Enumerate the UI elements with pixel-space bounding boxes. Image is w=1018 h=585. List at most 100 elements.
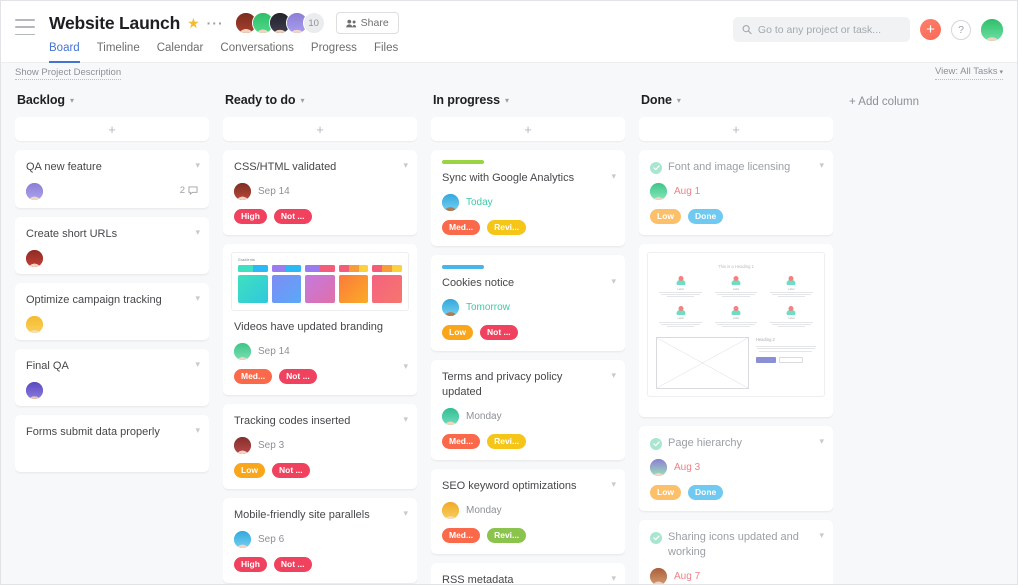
assignee-avatar[interactable]	[442, 502, 459, 519]
search-box[interactable]	[733, 17, 910, 42]
assignee-avatar[interactable]	[234, 531, 251, 548]
menu-icon[interactable]	[15, 19, 37, 35]
add-task-button[interactable]: +	[223, 117, 417, 141]
column-header[interactable]: Backlog ▾	[15, 89, 209, 111]
search-input[interactable]	[757, 23, 901, 36]
completed-check-icon[interactable]	[650, 162, 662, 174]
assignee-avatar[interactable]	[442, 299, 459, 316]
status-tag[interactable]: Not ...	[273, 209, 312, 224]
status-tag[interactable]: Not ...	[480, 325, 518, 340]
attachment-thumbnail[interactable]: This is a Heading 1 Label Label Label La…	[647, 252, 825, 398]
status-tag[interactable]: Not ...	[279, 369, 317, 384]
tab-progress[interactable]: Progress	[311, 42, 357, 63]
task-card[interactable]: ▾ Sharing icons updated and working Aug …	[639, 520, 833, 584]
task-card[interactable]: ▾ Forms submit data properly	[15, 415, 209, 472]
chevron-down-icon[interactable]: ▾	[677, 96, 681, 105]
chevron-down-icon[interactable]: ▾	[819, 531, 824, 540]
assignee-avatar[interactable]	[26, 250, 43, 267]
assignee-avatar[interactable]	[442, 194, 459, 211]
chevron-down-icon[interactable]: ▾	[300, 96, 304, 105]
chevron-down-icon[interactable]: ▾	[611, 371, 616, 380]
task-card[interactable]: ▾ QA new feature 2	[15, 150, 209, 208]
task-card[interactable]: ▾ Page hierarchy Aug 3 Low Done	[639, 426, 833, 512]
task-card[interactable]: ▾ Terms and privacy policy updated Monda…	[431, 360, 625, 460]
assignee-avatar[interactable]	[26, 183, 43, 200]
add-button[interactable]: +	[920, 19, 941, 40]
task-card[interactable]: ▾ Font and image licensing Aug 1 Low Don…	[639, 150, 833, 235]
assignee-avatar[interactable]	[442, 408, 459, 425]
chevron-down-icon[interactable]: ▾	[403, 362, 408, 371]
chevron-down-icon[interactable]: ▾	[611, 277, 616, 286]
assignee-avatar[interactable]	[26, 316, 43, 333]
add-task-button[interactable]: +	[639, 117, 833, 141]
member-count[interactable]: 10	[302, 12, 325, 34]
attachment-thumbnail[interactable]: Gradients	[231, 252, 409, 311]
comment-count[interactable]: 2	[180, 185, 198, 196]
assignee-avatar[interactable]	[650, 183, 667, 200]
chevron-down-icon[interactable]: ▾	[505, 96, 509, 105]
status-tag[interactable]: Not ...	[272, 463, 310, 478]
column-header[interactable]: In progress ▾	[431, 89, 625, 111]
column-header[interactable]: Done ▾	[639, 89, 833, 111]
more-options-icon[interactable]: ···	[207, 16, 224, 30]
assignee-avatar[interactable]	[26, 382, 43, 399]
priority-tag[interactable]: High	[234, 209, 267, 224]
task-card[interactable]: ▾ Mobile-friendly site parallels Sep 6 H…	[223, 498, 417, 583]
chevron-down-icon[interactable]: ▾	[403, 415, 408, 424]
chevron-down-icon[interactable]: ▾	[70, 96, 74, 105]
task-card[interactable]: ▾ Final QA	[15, 349, 209, 406]
task-card[interactable]: ▾ RSS metadata Tuesday Low Revi...	[431, 563, 625, 584]
status-tag[interactable]: Not ...	[273, 557, 312, 572]
assignee-avatar[interactable]	[234, 183, 251, 200]
task-card[interactable]: ▾ Gradients Videos have updated branding…	[223, 244, 417, 395]
chevron-down-icon[interactable]: ▾	[611, 172, 616, 181]
priority-tag[interactable]: Low	[442, 325, 473, 340]
share-button[interactable]: Share	[335, 12, 399, 34]
chevron-down-icon[interactable]: ▾	[611, 574, 616, 583]
chevron-down-icon[interactable]: ▾	[195, 294, 200, 303]
column-header[interactable]: Ready to do ▾	[223, 89, 417, 111]
tab-timeline[interactable]: Timeline	[97, 42, 140, 63]
status-tag[interactable]: Done	[688, 209, 724, 224]
task-card[interactable]: ▾ SEO keyword optimizations Monday Med..…	[431, 469, 625, 554]
task-card[interactable]: ▾ CSS/HTML validated Sep 14 High Not ...	[223, 150, 417, 235]
tab-calendar[interactable]: Calendar	[157, 42, 204, 63]
assignee-avatar[interactable]	[650, 459, 667, 477]
priority-tag[interactable]: Med...	[234, 369, 273, 384]
star-icon[interactable]: ★	[187, 16, 200, 30]
chevron-down-icon[interactable]: ▾	[403, 509, 408, 518]
chevron-down-icon[interactable]: ▾	[195, 161, 200, 170]
priority-tag[interactable]: Med...	[442, 220, 481, 235]
show-project-description-link[interactable]: Show Project Description	[15, 67, 122, 80]
chevron-down-icon[interactable]: ▾	[819, 161, 824, 170]
chevron-down-icon[interactable]: ▾	[195, 360, 200, 369]
task-card[interactable]: This is a Heading 1 Label Label Label La…	[639, 244, 833, 418]
completed-check-icon[interactable]	[650, 438, 662, 451]
chevron-down-icon[interactable]: ▾	[819, 437, 824, 446]
completed-check-icon[interactable]	[650, 532, 662, 545]
assignee-avatar[interactable]	[650, 568, 667, 584]
chevron-down-icon[interactable]: ▾	[195, 228, 200, 237]
task-card[interactable]: ▾ Sync with Google Analytics Today Med..…	[431, 150, 625, 246]
status-tag[interactable]: Revi...	[487, 434, 527, 449]
priority-tag[interactable]: Med...	[442, 434, 481, 449]
chevron-down-icon[interactable]: ▾	[611, 480, 616, 489]
tab-files[interactable]: Files	[374, 42, 398, 63]
task-card[interactable]: ▾ Cookies notice Tomorrow Low Not ...	[431, 255, 625, 351]
priority-tag[interactable]: Low	[234, 463, 265, 478]
tab-conversations[interactable]: Conversations	[220, 42, 294, 63]
status-tag[interactable]: Revi...	[487, 220, 527, 235]
assignee-avatar[interactable]	[234, 437, 251, 454]
priority-tag[interactable]: Med...	[442, 528, 481, 543]
user-avatar[interactable]	[981, 18, 1003, 41]
priority-tag[interactable]: Low	[650, 485, 681, 501]
priority-tag[interactable]: High	[234, 557, 267, 572]
tab-board[interactable]: Board	[49, 42, 80, 63]
assignee-avatar[interactable]	[234, 343, 251, 360]
add-task-button[interactable]: +	[431, 117, 625, 141]
priority-tag[interactable]: Low	[650, 209, 681, 224]
status-tag[interactable]: Done	[688, 485, 724, 501]
task-card[interactable]: ▾ Create short URLs	[15, 217, 209, 274]
task-card[interactable]: ▾ Tracking codes inserted Sep 3 Low Not …	[223, 404, 417, 489]
add-column-button[interactable]: + Add column	[849, 92, 919, 108]
